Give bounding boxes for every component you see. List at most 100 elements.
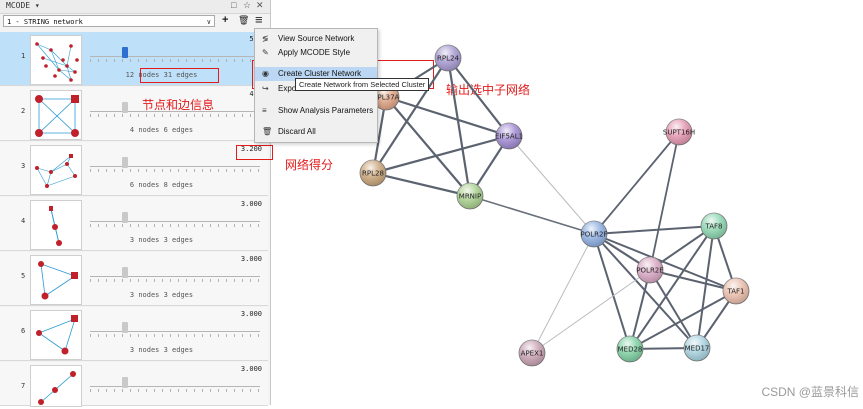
slider-handle[interactable] <box>122 157 128 168</box>
slider-handle[interactable] <box>122 377 128 388</box>
network-select-value: 1 - STRING network <box>7 18 83 26</box>
cluster-row[interactable]: 2 4.0 4 nodes 6 edges <box>0 87 268 141</box>
float-window-icon[interactable]: □ <box>231 0 236 10</box>
node-label: SUPT16H <box>663 129 695 137</box>
cluster-stats: 3 nodes 3 edges <box>129 291 194 299</box>
slider-handle[interactable] <box>122 267 128 278</box>
cluster-row[interactable]: 5 3.000 3 nodes 3 edges <box>0 252 268 306</box>
node-score-slider[interactable] <box>90 267 260 282</box>
menu-item-discard-all[interactable]: 🗑 Discard All <box>255 125 377 139</box>
cluster-rank: 1 <box>21 52 26 60</box>
node-label: TAF1 <box>726 288 744 296</box>
network-edge <box>593 233 737 292</box>
mcode-results-panel: MCODE ▾ □ ☆ ✕ 1 - STRING network ∨ + 🗑 ≡… <box>0 0 271 407</box>
menu-item-view-source-network[interactable]: ≶ View Source Network <box>255 32 377 46</box>
node-score-slider[interactable] <box>90 47 260 62</box>
annotation-nodes-edges: 节点和边信息 <box>142 98 215 112</box>
cluster-rank: 2 <box>21 107 26 115</box>
cluster-row[interactable]: 4 3.000 3 nodes 3 edges <box>0 197 268 251</box>
export-icon: ↪ <box>262 84 269 93</box>
network-edges <box>371 56 737 354</box>
cluster-rank: 6 <box>21 327 26 335</box>
score-highlight-box <box>236 145 273 160</box>
network-node[interactable]: SUPT16H <box>663 118 695 146</box>
cluster-rank: 3 <box>21 162 26 170</box>
network-node[interactable]: POLR2F <box>581 220 608 248</box>
node-score-slider[interactable] <box>90 377 260 392</box>
cluster-row[interactable]: 3 3.200 6 nodes 8 edges <box>0 142 268 196</box>
network-node[interactable]: TAF8 <box>700 212 728 240</box>
target-icon: ◉ <box>262 69 269 78</box>
network-edge <box>649 131 680 271</box>
network-node[interactable]: EIF5AL1 <box>495 122 523 150</box>
network-edge <box>469 195 595 235</box>
cluster-score: 3.000 <box>240 255 262 263</box>
slider-handle[interactable] <box>122 102 128 113</box>
cluster-thumbnail <box>30 365 82 407</box>
trash-icon: 🗑 <box>262 127 273 136</box>
node-score-slider[interactable] <box>90 157 260 172</box>
cluster-score: 3.000 <box>240 310 262 318</box>
network-nodes: RPL24 RPL37A EIF5AL1 RPL28 MRNIP SUPT16H <box>359 44 750 367</box>
pin-icon[interactable]: ☆ <box>243 0 251 11</box>
network-edge <box>531 233 595 354</box>
cluster-stats: 3 nodes 3 edges <box>129 346 194 354</box>
mcode-tab[interactable]: MCODE ▾ <box>6 1 40 10</box>
network-edge <box>593 225 715 235</box>
network-select[interactable]: 1 - STRING network ∨ <box>3 15 215 27</box>
cluster-stats: 3 nodes 3 edges <box>129 236 194 244</box>
menu-item-label: Discard All <box>278 127 316 136</box>
network-node[interactable]: MED17 <box>683 334 711 362</box>
network-edge <box>593 131 680 235</box>
network-node[interactable]: RPL28 <box>359 159 387 187</box>
menu-icon[interactable]: ≡ <box>255 12 263 27</box>
share-icon: ≶ <box>262 34 269 43</box>
menu-item-label: Show Analysis Parameters <box>278 106 374 115</box>
slider-handle[interactable] <box>122 322 128 333</box>
node-label: RPL24 <box>437 55 459 63</box>
menu-item-show-parameters[interactable]: ≡ Show Analysis Parameters <box>255 104 377 118</box>
network-edge <box>508 135 595 235</box>
network-node[interactable]: APEX1 <box>518 339 546 367</box>
network-node[interactable]: POLR2E <box>636 256 664 284</box>
menu-item-apply-style[interactable]: ✎ Apply MCODE Style <box>255 46 377 60</box>
menu-item-label: Apply MCODE Style <box>278 48 351 57</box>
close-icon[interactable]: ✕ <box>256 0 264 11</box>
brush-icon: ✎ <box>262 48 269 57</box>
node-label: TAF8 <box>704 223 722 231</box>
cluster-stats: 12 nodes 31 edges <box>125 71 198 79</box>
network-node[interactable]: RPL24 <box>434 44 462 72</box>
network-edge <box>446 56 511 138</box>
node-label: RPL28 <box>362 170 384 178</box>
chevron-down-icon: ∨ <box>206 18 211 26</box>
panel-titlebar: MCODE ▾ □ ☆ ✕ <box>0 0 270 14</box>
node-label: MED17 <box>685 345 710 353</box>
network-edge <box>384 95 511 138</box>
add-analysis-icon[interactable]: + <box>222 14 228 26</box>
cluster-rank: 4 <box>21 217 26 225</box>
slider-handle[interactable] <box>122 212 128 223</box>
node-label: MRNIP <box>459 193 481 201</box>
cluster-score: 3.000 <box>240 200 262 208</box>
network-select-bar: 1 - STRING network ∨ + 🗑 ≡ <box>0 12 270 30</box>
cluster-score: 3.000 <box>240 365 262 373</box>
network-edge <box>593 233 631 350</box>
network-node[interactable]: MED28 <box>616 335 644 363</box>
cluster-row[interactable]: 1 5.1 12 nodes 31 edges <box>0 32 268 86</box>
list-icon: ≡ <box>262 106 267 115</box>
watermark: CSDN @蓝景科信 <box>761 385 859 399</box>
network-edge <box>371 171 472 198</box>
node-label: APEX1 <box>521 350 544 358</box>
network-edge <box>629 290 737 350</box>
cluster-row[interactable]: 6 3.000 3 nodes 3 edges <box>0 307 268 361</box>
node-score-slider[interactable] <box>90 322 260 337</box>
network-node[interactable]: MRNIP <box>456 182 484 210</box>
cluster-row[interactable]: 7 3.000 <box>0 362 268 407</box>
network-node[interactable]: TAF1 <box>722 277 750 305</box>
slider-handle[interactable] <box>122 47 128 58</box>
node-label: POLR2F <box>581 231 608 239</box>
cluster-rank: 7 <box>21 382 26 390</box>
menu-item-label: View Source Network <box>278 34 355 43</box>
node-score-slider[interactable] <box>90 212 260 227</box>
delete-icon[interactable]: 🗑 <box>238 15 249 26</box>
